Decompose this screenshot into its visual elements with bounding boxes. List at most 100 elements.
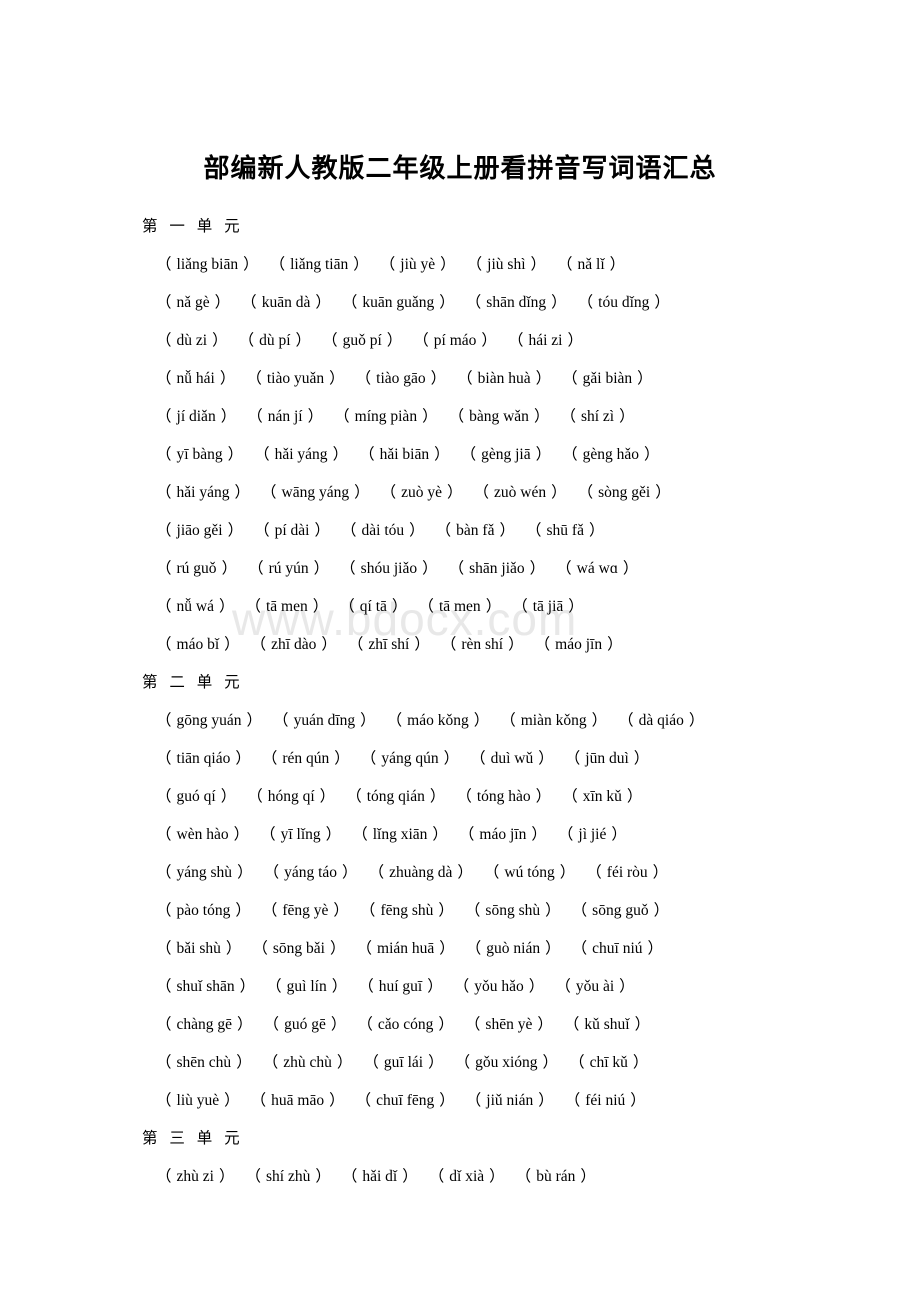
word-answer-blank[interactable]: （guī lái） bbox=[363, 1044, 443, 1082]
word-answer-blank[interactable]: （máo bǐ） bbox=[156, 626, 240, 664]
word-answer-blank[interactable]: （tiào gāo） bbox=[356, 360, 447, 398]
word-answer-blank[interactable]: （guì lín） bbox=[266, 968, 347, 1006]
word-answer-blank[interactable]: （gèng jiā） bbox=[461, 436, 552, 474]
word-answer-blank[interactable]: （jiǔ nián） bbox=[466, 1082, 554, 1120]
word-answer-blank[interactable]: （dài tóu） bbox=[341, 512, 425, 550]
word-answer-blank[interactable]: （miàn kǒng） bbox=[500, 702, 607, 740]
word-answer-blank[interactable]: （cǎo cóng） bbox=[357, 1006, 454, 1044]
word-answer-blank[interactable]: （chuī niú） bbox=[572, 930, 663, 968]
word-answer-blank[interactable]: （yáng qún） bbox=[361, 740, 459, 778]
word-answer-blank[interactable]: （nǎ lǐ） bbox=[557, 246, 625, 284]
word-answer-blank[interactable]: （guó qí） bbox=[156, 778, 236, 816]
word-answer-blank[interactable]: （zhù chù） bbox=[263, 1044, 353, 1082]
word-answer-blank[interactable]: （nǎ gè） bbox=[156, 284, 230, 322]
word-answer-blank[interactable]: （huí guī） bbox=[358, 968, 443, 1006]
word-answer-blank[interactable]: （gǎi biàn） bbox=[562, 360, 653, 398]
word-answer-blank[interactable]: （jí diǎn） bbox=[156, 398, 236, 436]
word-answer-blank[interactable]: （kǔ shuǐ） bbox=[564, 1006, 650, 1044]
word-answer-blank[interactable]: （ shí zhù） bbox=[245, 1158, 330, 1196]
word-answer-blank[interactable]: （bǎi shù） bbox=[156, 930, 241, 968]
word-answer-blank[interactable]: （biàn huà） bbox=[457, 360, 551, 398]
word-answer-blank[interactable]: （shān dǐng） bbox=[466, 284, 567, 322]
word-answer-blank[interactable]: （dǐ xià） bbox=[429, 1158, 505, 1196]
word-answer-blank[interactable]: （zhī shí） bbox=[348, 626, 430, 664]
word-answer-blank[interactable]: （yáng shù） bbox=[156, 854, 253, 892]
word-answer-blank[interactable]: （wá wɑ） bbox=[556, 550, 638, 588]
word-answer-blank[interactable]: （shān jiǎo） bbox=[449, 550, 546, 588]
word-answer-blank[interactable]: （jiù shì） bbox=[467, 246, 546, 284]
word-answer-blank[interactable]: （tiào yuǎn） bbox=[246, 360, 344, 398]
word-answer-blank[interactable]: （yuán dīng） bbox=[273, 702, 376, 740]
word-answer-blank[interactable]: （shū fǎ） bbox=[526, 512, 604, 550]
word-answer-blank[interactable]: （máo jīn） bbox=[535, 626, 623, 664]
word-answer-blank[interactable]: （wèn hào） bbox=[156, 816, 249, 854]
word-answer-blank[interactable]: （jūn duì） bbox=[565, 740, 650, 778]
word-answer-blank[interactable]: （jì jié） bbox=[558, 816, 627, 854]
word-answer-blank[interactable]: （guǒ pí） bbox=[322, 322, 402, 360]
word-answer-blank[interactable]: （jiāo gěi） bbox=[156, 512, 243, 550]
word-answer-blank[interactable]: （dù zi） bbox=[156, 322, 228, 360]
word-answer-blank[interactable]: （qí tā） bbox=[339, 588, 407, 626]
word-answer-blank[interactable]: （yáng táo） bbox=[264, 854, 358, 892]
word-answer-blank[interactable]: （huā māo） bbox=[251, 1082, 345, 1120]
word-answer-blank[interactable]: （shóu jiǎo） bbox=[340, 550, 437, 588]
word-answer-blank[interactable]: （hǎi yáng） bbox=[156, 474, 250, 512]
word-answer-blank[interactable]: （nán jí） bbox=[247, 398, 323, 436]
word-answer-blank[interactable]: （tiān qiáo） bbox=[156, 740, 251, 778]
word-answer-blank[interactable]: （fēng yè） bbox=[262, 892, 349, 930]
word-answer-blank[interactable]: （tā men） bbox=[418, 588, 501, 626]
word-answer-blank[interactable]: （zhuàng dà） bbox=[369, 854, 473, 892]
word-answer-blank[interactable]: （guò nián） bbox=[466, 930, 561, 968]
word-answer-blank[interactable]: （zhù zi） bbox=[156, 1158, 234, 1196]
word-answer-blank[interactable]: （shuǐ shān） bbox=[156, 968, 255, 1006]
word-answer-blank[interactable]: （yǒu ài） bbox=[555, 968, 634, 1006]
word-answer-blank[interactable]: （hǎi biān） bbox=[359, 436, 450, 474]
word-answer-blank[interactable]: （kuān dà） bbox=[241, 284, 331, 322]
word-answer-blank[interactable]: （chī kǔ） bbox=[569, 1044, 648, 1082]
word-answer-blank[interactable]: （guó gē） bbox=[264, 1006, 347, 1044]
word-answer-blank[interactable]: （dà qiáo） bbox=[618, 702, 704, 740]
word-answer-blank[interactable]: （rú guǒ） bbox=[156, 550, 237, 588]
word-answer-blank[interactable]: （kuān guǎng） bbox=[342, 284, 455, 322]
word-answer-blank[interactable]: （máo jīn） bbox=[459, 816, 547, 854]
word-answer-blank[interactable]: （pào tóng） bbox=[156, 892, 251, 930]
word-answer-blank[interactable]: （xīn kǔ） bbox=[562, 778, 642, 816]
word-answer-blank[interactable]: （shēn yè） bbox=[465, 1006, 553, 1044]
word-answer-blank[interactable]: （sòng gěi） bbox=[578, 474, 671, 512]
word-answer-blank[interactable]: （duì wǔ） bbox=[470, 740, 554, 778]
word-answer-blank[interactable]: （liǎng biān） bbox=[156, 246, 259, 284]
word-answer-blank[interactable]: （gōng yuán） bbox=[156, 702, 262, 740]
word-answer-blank[interactable]: （shēn chù） bbox=[156, 1044, 252, 1082]
word-answer-blank[interactable]: （hái zi） bbox=[508, 322, 583, 360]
word-answer-blank[interactable]: （bù rán） bbox=[516, 1158, 596, 1196]
word-answer-blank[interactable]: （zuò wén） bbox=[474, 474, 567, 512]
word-answer-blank[interactable]: （tóng qián） bbox=[346, 778, 445, 816]
word-answer-blank[interactable]: （tóng hào） bbox=[456, 778, 551, 816]
word-answer-blank[interactable]: （tā men） bbox=[245, 588, 328, 626]
word-answer-blank[interactable]: （wú tóng） bbox=[484, 854, 575, 892]
word-answer-blank[interactable]: （shí zì） bbox=[560, 398, 634, 436]
word-answer-blank[interactable]: （dù pí） bbox=[239, 322, 311, 360]
word-answer-blank[interactable]: （bàn fǎ） bbox=[436, 512, 515, 550]
word-answer-blank[interactable]: （gèng hǎo） bbox=[562, 436, 659, 474]
word-answer-blank[interactable]: （chàng gē） bbox=[156, 1006, 253, 1044]
word-answer-blank[interactable]: （chuī fēng） bbox=[356, 1082, 455, 1120]
word-answer-blank[interactable]: （rú yún） bbox=[248, 550, 329, 588]
word-answer-blank[interactable]: （mián huā） bbox=[357, 930, 455, 968]
word-answer-blank[interactable]: （sōng guǒ） bbox=[572, 892, 669, 930]
word-answer-blank[interactable]: （pí dài） bbox=[254, 512, 330, 550]
word-answer-blank[interactable]: （hǎi dǐ） bbox=[342, 1158, 418, 1196]
word-answer-blank[interactable]: （jiù yè） bbox=[380, 246, 456, 284]
word-answer-blank[interactable]: （liù yuè） bbox=[156, 1082, 240, 1120]
word-answer-blank[interactable]: （gǒu xióng） bbox=[455, 1044, 558, 1082]
word-answer-blank[interactable]: （nǚ wá） bbox=[156, 588, 234, 626]
word-answer-blank[interactable]: （fēng shù） bbox=[360, 892, 454, 930]
word-answer-blank[interactable]: （máo kǒng） bbox=[387, 702, 490, 740]
word-answer-blank[interactable]: （rén qún） bbox=[262, 740, 350, 778]
word-answer-blank[interactable]: （pí máo） bbox=[413, 322, 497, 360]
word-answer-blank[interactable]: （yī bàng） bbox=[156, 436, 243, 474]
word-answer-blank[interactable]: （nǚ hái） bbox=[156, 360, 235, 398]
word-answer-blank[interactable]: （hǎi yáng） bbox=[254, 436, 348, 474]
word-answer-blank[interactable]: （yǒu hǎo） bbox=[454, 968, 545, 1006]
word-answer-blank[interactable]: （lǐng xiān） bbox=[352, 816, 448, 854]
